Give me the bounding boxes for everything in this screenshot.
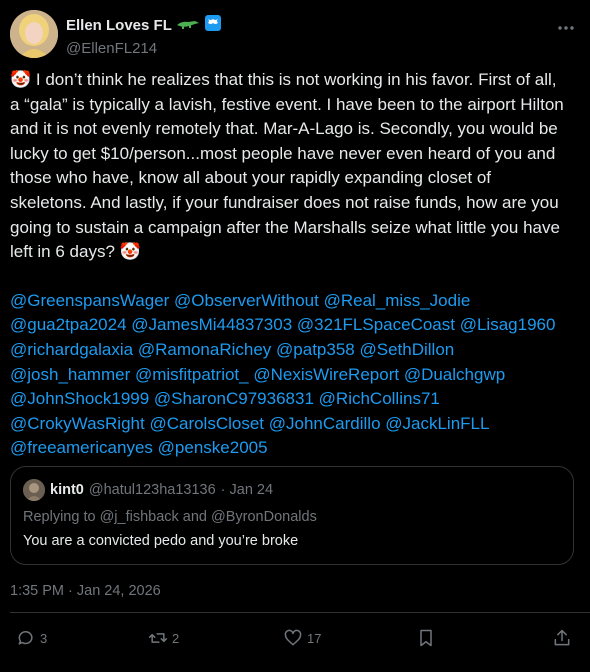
mention-link[interactable]: @RamonaRichey [138, 340, 271, 359]
more-icon [558, 26, 574, 30]
verified-badge-icon[interactable] [204, 14, 222, 37]
divider [10, 612, 590, 613]
mention-link[interactable]: @CarolsCloset [149, 414, 264, 433]
mention-link[interactable]: @penske2005 [158, 438, 268, 457]
quoted-replying-to: Replying to @j_fishback and @ByronDonald… [23, 509, 317, 525]
repost-count: 2 [172, 630, 180, 646]
mention-list: @GreenspansWager @ObserverWithout @Real_… [10, 289, 570, 461]
bookmark-button[interactable] [416, 628, 436, 648]
mention-link[interactable]: @JohnShock1999 [10, 389, 149, 408]
like-button[interactable]: 17 [283, 628, 321, 648]
display-name[interactable]: Ellen Loves FL [66, 17, 172, 34]
repost-icon [148, 633, 168, 643]
mention-link[interactable]: @RichCollins71 [319, 389, 440, 408]
avatar[interactable] [10, 10, 58, 58]
quoted-handle[interactable]: @hatul123ha13136 [89, 482, 216, 498]
mention-link[interactable]: @freeamericanyes [10, 438, 153, 457]
mention-link[interactable]: @patp358 [276, 340, 355, 359]
tweet-body: 🤡 I don’t think he realizes that this is… [10, 68, 570, 461]
quoted-avatar[interactable] [23, 479, 45, 501]
quoted-tweet[interactable]: kint0 @hatul123ha13136 · Jan 24 Replying… [10, 466, 574, 565]
mention-link[interactable]: @JackLinFLL [385, 414, 489, 433]
tweet-text: 🤡 I don’t think he realizes that this is… [10, 70, 564, 262]
mention-link[interactable]: @richardgalaxia [10, 340, 133, 359]
mention-link[interactable]: @JamesMi44837303 [131, 315, 292, 334]
more-options-button[interactable] [552, 14, 580, 42]
action-bar: 3 2 17 [10, 628, 580, 654]
mention-link[interactable]: @GreenspansWager [10, 291, 169, 310]
quoted-name[interactable]: kint0 [50, 482, 84, 498]
share-icon [554, 629, 570, 646]
heart-icon [284, 629, 302, 646]
mention-link[interactable]: @gua2tpa2024 [10, 315, 127, 334]
author-handle[interactable]: @EllenFL214 [66, 40, 222, 57]
tweet-timestamp[interactable]: 1:35 PM · Jan 24, 2026 [10, 583, 161, 599]
quoted-date: · Jan 24 [220, 482, 274, 498]
mention-link[interactable]: @JohnCardillo [269, 414, 381, 433]
share-button[interactable] [552, 628, 572, 648]
reply-icon [18, 631, 33, 645]
like-count: 17 [307, 630, 322, 646]
alligator-icon [176, 17, 200, 35]
quoted-tweet-header: kint0 @hatul123ha13136 · Jan 24 [23, 479, 273, 501]
quoted-text: You are a convicted pedo and you’re brok… [23, 533, 299, 549]
mention-link[interactable]: @misfitpatriot_ [135, 365, 249, 384]
repost-button[interactable]: 2 [148, 628, 179, 648]
mention-link[interactable]: @Dualchgwp [404, 365, 505, 384]
reply-count: 3 [40, 630, 48, 646]
mention-link[interactable]: @SethDillon [360, 340, 455, 359]
reply-button[interactable]: 3 [16, 628, 47, 648]
mention-link[interactable]: @SharonC97936831 [154, 389, 314, 408]
mention-link[interactable]: @Real_miss_Jodie [324, 291, 471, 310]
mention-link[interactable]: @321FLSpaceCoast [297, 315, 455, 334]
bookmark-icon [420, 629, 432, 647]
tweet-header: Ellen Loves FL @EllenFL214 [10, 10, 580, 60]
author-names: Ellen Loves FL @EllenFL214 [66, 14, 222, 57]
mention-link[interactable]: @NexisWireReport [253, 365, 399, 384]
tweet: Ellen Loves FL @EllenFL214 🤡 I don’t thi… [0, 0, 590, 672]
mention-link[interactable]: @CrokyWasRight [10, 414, 145, 433]
mention-link[interactable]: @ObserverWithout [174, 291, 319, 310]
mention-link[interactable]: @josh_hammer [10, 365, 130, 384]
mention-link[interactable]: @Lisag1960 [460, 315, 556, 334]
